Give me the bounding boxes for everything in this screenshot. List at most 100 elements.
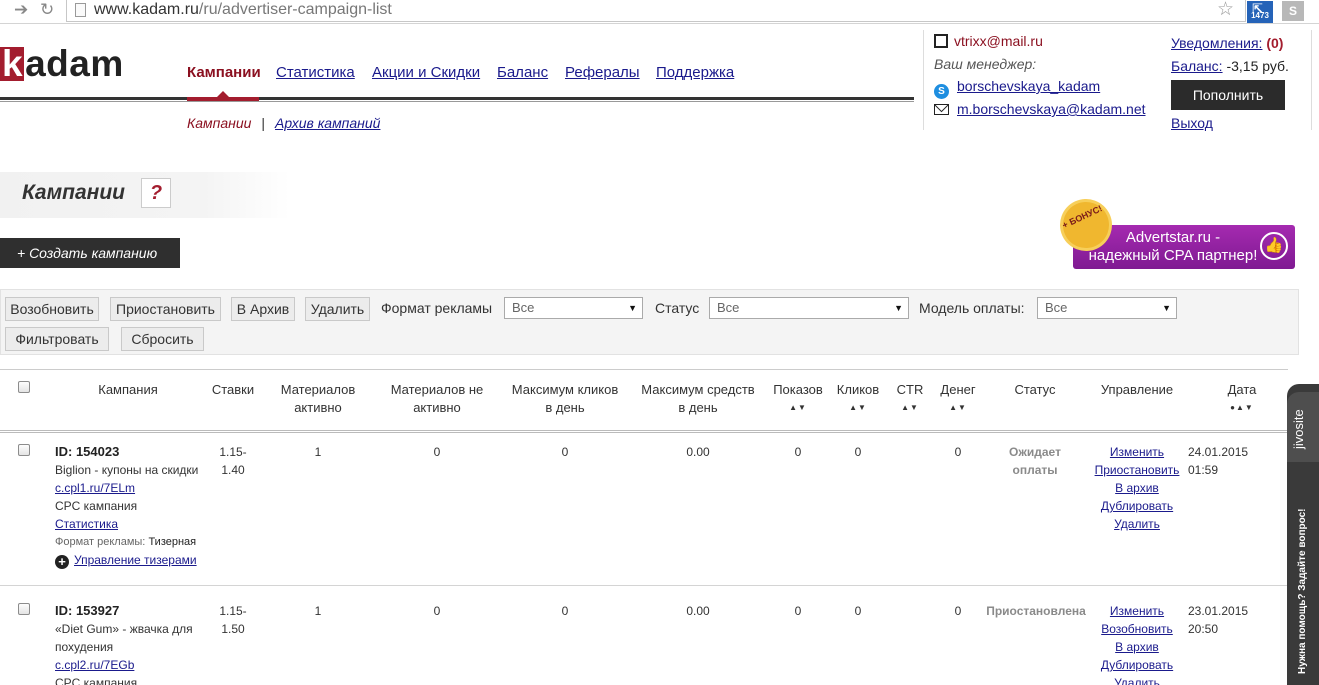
chat-prompt[interactable]: Нужна помощь? Задайте вопрос!	[1297, 509, 1308, 675]
user-email[interactable]: vtrixx@mail.ru	[954, 33, 1043, 49]
bid-max: 1.40	[221, 463, 245, 477]
jivosite-chat-widget[interactable]: jivosite Нужна помощь? Задайте вопрос!	[1287, 384, 1319, 685]
balance-link[interactable]: Баланс:	[1171, 58, 1223, 74]
archive-button[interactable]: В Архив	[231, 297, 295, 321]
thumbs-up-icon: 👍	[1260, 232, 1288, 260]
pause-link[interactable]: Приостановить	[1090, 461, 1184, 479]
created-date: 23.01.2015 20:50	[1188, 602, 1260, 638]
payment-model-label: Модель оплаты:	[919, 300, 1025, 316]
payment-model-select[interactable]: Все ▼	[1037, 297, 1177, 319]
sort-arrows-icon[interactable]: ●▲▼	[1210, 399, 1274, 417]
archive-link[interactable]: В архив	[1090, 479, 1184, 497]
col-money[interactable]: Денег ▲▼	[934, 381, 982, 417]
sort-arrows-icon[interactable]: ▲▼	[890, 399, 930, 417]
nav-divider	[0, 97, 914, 100]
subnav-separator: |	[261, 115, 266, 131]
resume-button[interactable]: Возобновить	[5, 297, 99, 321]
notifications-link[interactable]: Уведомления:	[1171, 35, 1262, 51]
edit-profile-icon[interactable]	[934, 34, 948, 48]
select-all-checkbox[interactable]	[18, 381, 30, 393]
col-clicks[interactable]: Кликов ▲▼	[832, 381, 884, 417]
duplicate-link[interactable]: Дублировать	[1090, 656, 1184, 674]
forward-icon[interactable]: ➔	[14, 0, 28, 20]
address-bar[interactable]: www.kadam.ru/ru/advertiser-campaign-list	[66, 0, 1246, 22]
manager-skype-link[interactable]: borschevskaya_kadam	[957, 78, 1100, 94]
manager-email-link[interactable]: m.borschevskaya@kadam.net	[957, 101, 1146, 117]
status-label: Статус	[655, 300, 700, 316]
help-button[interactable]: ?	[141, 178, 171, 208]
ad-format: Формат рекламы: Тизерная	[55, 533, 215, 551]
col-ctr[interactable]: CTR ▲▼	[890, 381, 930, 417]
status-l2: оплаты	[1012, 463, 1058, 477]
subnav-archive[interactable]: Архив кампаний	[275, 115, 380, 131]
reset-button[interactable]: Сбросить	[121, 327, 204, 351]
create-campaign-button[interactable]: + Создать кампанию	[0, 238, 180, 268]
date-value: 24.01.2015	[1188, 445, 1249, 459]
nav-promotions[interactable]: Акции и Скидки	[372, 64, 480, 81]
delete-link[interactable]: Удалить	[1090, 674, 1184, 685]
topup-button[interactable]: Пополнить	[1171, 80, 1285, 110]
extension-icon[interactable]: ⇱ 1473	[1247, 1, 1273, 23]
col-maxfunds-l2: в день	[678, 400, 718, 415]
sort-arrows-icon[interactable]: ▲▼	[832, 399, 884, 417]
edit-link[interactable]: Изменить	[1090, 602, 1184, 620]
balance-value: -3,15 руб.	[1226, 58, 1289, 74]
nav-support[interactable]: Поддержка	[656, 64, 734, 81]
pause-button[interactable]: Приостановить	[110, 297, 221, 321]
duplicate-link[interactable]: Дублировать	[1090, 497, 1184, 515]
max-funds: 0.00	[686, 604, 710, 618]
nav-balance[interactable]: Баланс	[497, 64, 548, 81]
campaign-url[interactable]: c.cpl2.ru/7EGb	[55, 656, 215, 674]
col-money-label: Денег	[940, 382, 976, 397]
campaign-stats-link[interactable]: Статистика	[55, 515, 215, 533]
logo-text: adam	[25, 43, 124, 84]
resume-link[interactable]: Возобновить	[1090, 620, 1184, 638]
logout-link[interactable]: Выход	[1171, 115, 1213, 131]
format-select-value: Все	[512, 300, 535, 315]
manager-email: m.borschevskaya@kadam.net	[934, 101, 1146, 117]
col-date[interactable]: Дата ●▲▼	[1210, 381, 1274, 417]
extension-s-label: S	[1288, 4, 1297, 18]
row-checkbox[interactable]	[18, 603, 30, 615]
page-title: Кампании	[22, 181, 125, 204]
filter-bar: Возобновить Приостановить В Архив Удалит…	[0, 289, 1299, 355]
filter-button[interactable]: Фильтровать	[5, 327, 109, 351]
row-divider	[0, 585, 1288, 586]
bid-range: 1.15- 1.40	[210, 443, 256, 479]
col-inactive-l2: активно	[413, 400, 461, 415]
nav-statistics[interactable]: Статистика	[276, 64, 355, 81]
status-l1: Ожидает	[1009, 445, 1061, 459]
subnav-campaigns[interactable]: Кампании	[187, 115, 251, 131]
dropdown-arrow-icon: ▼	[1162, 303, 1171, 313]
col-maxclicks-l2: в день	[545, 400, 585, 415]
teaser-management-link[interactable]: Управление тизерами	[74, 553, 197, 567]
archive-link[interactable]: В архив	[1090, 638, 1184, 656]
max-clicks: 0	[561, 604, 569, 618]
sub-nav: Кампании | Архив кампаний	[187, 115, 380, 131]
reload-icon[interactable]: ↻	[40, 0, 54, 20]
jivosite-logo: jivosite	[1291, 409, 1306, 449]
col-impressions[interactable]: Показов ▲▼	[768, 381, 828, 417]
page-icon	[75, 3, 86, 17]
status-select[interactable]: Все ▼	[709, 297, 909, 319]
col-campaign: Кампания	[98, 382, 158, 397]
col-active-l1: Материалов	[280, 382, 356, 397]
bid-min: 1.15-	[219, 445, 247, 459]
campaign-url[interactable]: c.cpl1.ru/7ELm	[55, 479, 215, 497]
row-checkbox[interactable]	[18, 444, 30, 456]
delete-link[interactable]: Удалить	[1090, 515, 1184, 533]
nav-referrals[interactable]: Рефералы	[565, 64, 640, 81]
format-select[interactable]: Все ▼	[504, 297, 643, 319]
bookmark-star-icon[interactable]: ☆	[1217, 0, 1234, 20]
kadam-logo[interactable]: kadam	[0, 42, 124, 86]
edit-link[interactable]: Изменить	[1090, 443, 1184, 461]
inactive-materials: 0	[433, 445, 441, 459]
sort-arrows-icon[interactable]: ▲▼	[768, 399, 828, 417]
url-path: /ru/advertiser-campaign-list	[198, 1, 392, 18]
date-value: 23.01.2015	[1188, 604, 1249, 618]
delete-button[interactable]: Удалить	[305, 297, 370, 321]
plus-circle-icon[interactable]: +	[55, 555, 69, 569]
nav-campaigns[interactable]: Кампании	[187, 64, 261, 81]
sort-arrows-icon[interactable]: ▲▼	[934, 399, 982, 417]
extension-s-icon[interactable]: S	[1282, 1, 1304, 21]
